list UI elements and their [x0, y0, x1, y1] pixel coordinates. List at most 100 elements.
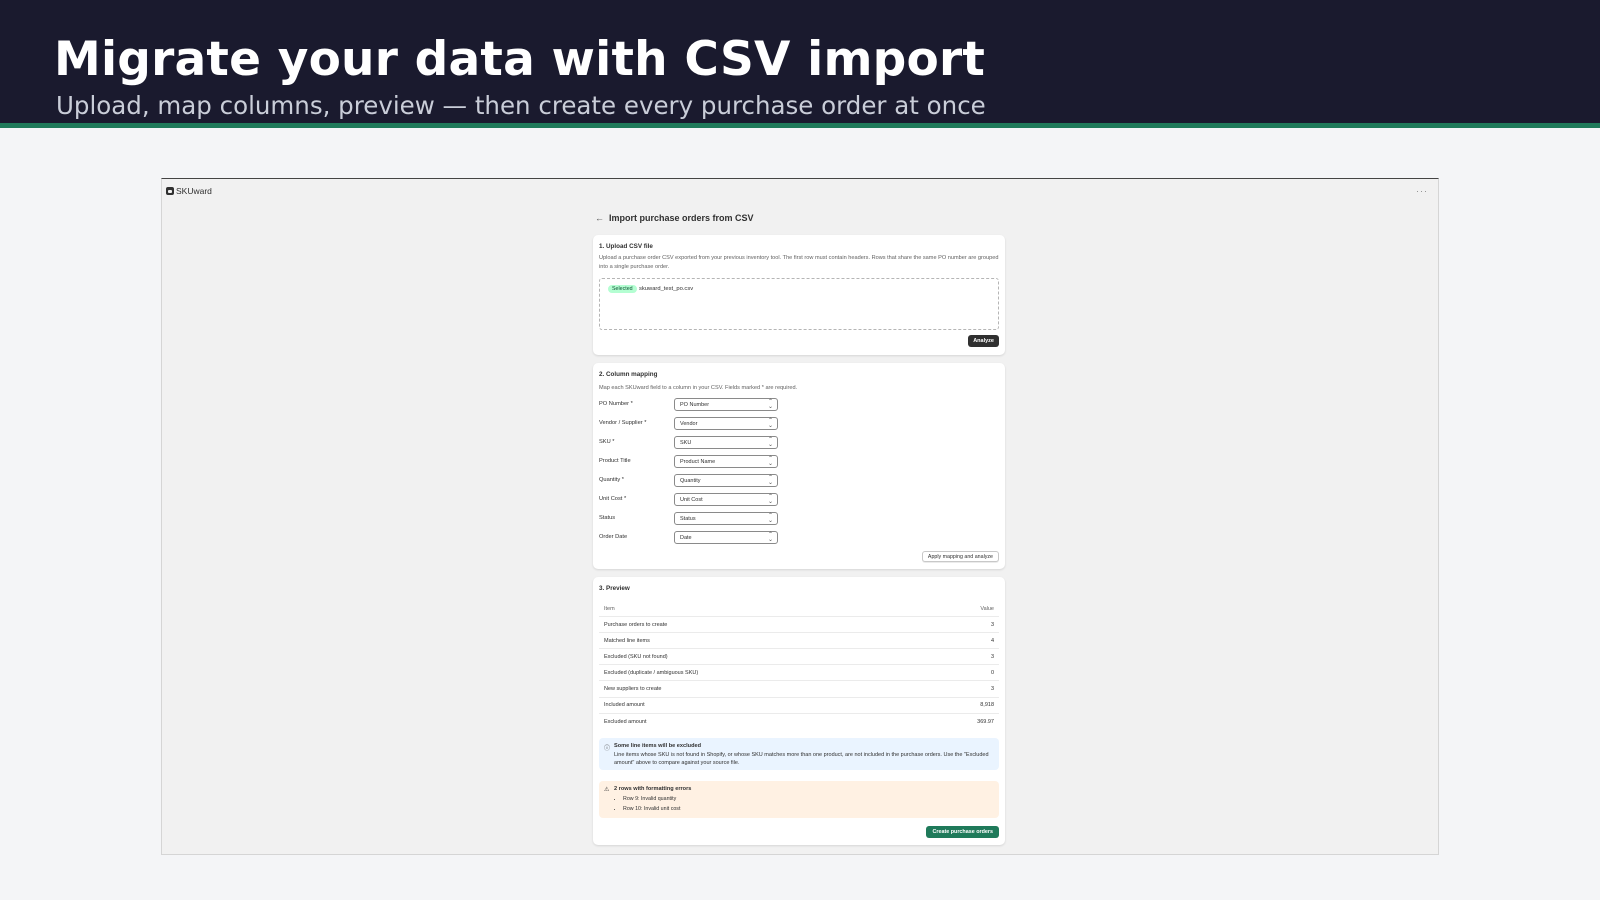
mapping-label: PO Number * — [599, 401, 633, 407]
slide-header: Migrate your data with CSV import Upload… — [0, 0, 1600, 128]
row-value: 369.97 — [977, 718, 994, 725]
row-item: Purchase orders to create — [604, 621, 668, 628]
row-value: 0 — [990, 669, 994, 676]
table-row: Included amount 8,918 — [599, 698, 999, 714]
mapping-card-title: 2. Column mapping — [599, 371, 658, 378]
info-banner-text: Line items whose SKU is not found in Sho… — [614, 752, 989, 766]
select-chevron-icon: ⌃ ⌄ — [767, 437, 773, 448]
select-value: PO Number — [680, 402, 710, 408]
select-chevron-icon: ⌃ ⌄ — [767, 475, 773, 486]
select-value: Unit Cost — [680, 497, 703, 503]
upload-card-title: 1. Upload CSV file — [599, 243, 653, 250]
po-number-select[interactable]: PO Number ⌃ ⌄ — [674, 398, 778, 411]
table-header-row: Item Value — [599, 601, 999, 618]
table-row: New suppliers to create 3 — [599, 681, 999, 698]
info-icon: ⓘ — [604, 746, 611, 752]
row-value: 8,918 — [980, 702, 994, 709]
mapping-label: Unit Cost * — [599, 496, 627, 502]
row-item: Excluded amount — [604, 718, 647, 725]
row-item: Matched line items — [604, 637, 650, 644]
list-item: Row 10: Invalid unit cost — [623, 804, 680, 814]
table-row: Excluded (SKU not found) 3 — [599, 649, 999, 666]
warning-icon: ⚠ — [604, 787, 610, 793]
select-value: Status — [680, 516, 696, 522]
mapping-label: Vendor / Supplier * — [599, 420, 647, 426]
select-value: Vendor — [680, 421, 698, 427]
column-header-item: Item — [604, 605, 615, 612]
mapping-row-product-title: Product Title Product Name ⌃ ⌄ — [599, 455, 789, 468]
preview-card-title: 3. Preview — [599, 585, 630, 592]
info-banner-title: Some line items will be excluded — [614, 743, 702, 749]
upload-description: Upload a purchase order CSV exported fro… — [599, 255, 999, 270]
list-item: Row 9: Invalid quantity — [623, 794, 680, 804]
select-value: Quantity — [680, 478, 701, 484]
select-value: SKU — [680, 440, 692, 446]
create-purchase-orders-button[interactable]: Create purchase orders — [926, 826, 999, 838]
mapping-row-vendor: Vendor / Supplier * Vendor ⌃ ⌄ — [599, 417, 789, 430]
select-chevron-icon: ⌃ ⌄ — [767, 513, 773, 524]
row-value: 3 — [990, 686, 994, 693]
table-row: Purchase orders to create 3 — [599, 617, 999, 634]
table-row: Excluded amount 369.97 — [599, 714, 999, 730]
import-page: ← Import purchase orders from CSV 1. Upl… — [593, 211, 1005, 845]
row-value: 4 — [990, 637, 994, 644]
page-header: ← Import purchase orders from CSV — [595, 211, 1005, 225]
info-banner: ⓘ Some line items will be excluded Line … — [599, 738, 999, 770]
select-chevron-icon: ⌃ ⌄ — [767, 399, 773, 410]
preview-card: 3. Preview Item Value Purchase orders to… — [593, 577, 1005, 845]
column-header-value: Value — [980, 605, 994, 612]
more-dots-icon[interactable]: ··· — [1416, 187, 1428, 196]
apply-mapping-button[interactable]: Apply mapping and analyze — [921, 551, 999, 562]
error-list: Row 9: Invalid quantity Row 10: Invalid … — [623, 794, 680, 814]
vendor-select[interactable]: Vendor ⌃ ⌄ — [674, 417, 778, 430]
select-value: Date — [680, 535, 692, 541]
mapping-row-order-date: Order Date Date ⌃ ⌄ — [599, 531, 789, 544]
order-date-select[interactable]: Date ⌃ ⌄ — [674, 531, 778, 544]
selected-file-name: skuward_test_po.csv — [639, 286, 694, 292]
mapping-row-status: Status Status ⌃ ⌄ — [599, 512, 789, 525]
app-window: SKUward ··· ← Import purchase orders fro… — [161, 178, 1439, 855]
select-chevron-icon: ⌃ ⌄ — [767, 494, 773, 505]
row-item: Included amount — [604, 702, 645, 709]
row-item: New suppliers to create — [604, 686, 662, 693]
mapping-label: Status — [599, 515, 616, 521]
selected-badge: Selected — [608, 285, 637, 293]
analyze-button[interactable]: Analyze — [968, 335, 999, 347]
page-title: Import purchase orders from CSV — [609, 213, 754, 223]
mapping-label: Order Date — [599, 534, 628, 540]
quantity-select[interactable]: Quantity ⌃ ⌄ — [674, 474, 778, 487]
row-value: 3 — [990, 653, 994, 660]
select-chevron-icon: ⌃ ⌄ — [767, 532, 773, 543]
sku-select[interactable]: SKU ⌃ ⌄ — [674, 436, 778, 449]
warning-banner: ⚠ 2 rows with formatting errors Row 9: I… — [599, 781, 999, 818]
select-chevron-icon: ⌃ ⌄ — [767, 418, 773, 429]
back-arrow-icon[interactable]: ← — [595, 213, 604, 223]
select-value: Product Name — [680, 459, 716, 465]
preview-table: Item Value Purchase orders to create 3 Ma… — [599, 601, 999, 730]
status-select[interactable]: Status ⌃ ⌄ — [674, 512, 778, 525]
app-name: SKUward — [176, 186, 212, 196]
mapping-row-quantity: Quantity * Quantity ⌃ ⌄ — [599, 474, 789, 487]
row-item: Excluded (SKU not found) — [604, 653, 668, 660]
mapping-row-unit-cost: Unit Cost * Unit Cost ⌃ ⌄ — [599, 493, 789, 506]
file-dropzone[interactable]: Selected skuward_test_po.csv — [599, 278, 999, 330]
app-topbar: SKUward ··· — [162, 179, 1438, 203]
mapping-row-sku: SKU * SKU ⌃ ⌄ — [599, 436, 789, 449]
unit-cost-select[interactable]: Unit Cost ⌃ ⌄ — [674, 493, 778, 506]
select-chevron-icon: ⌃ ⌄ — [767, 456, 773, 467]
table-row: Excluded (duplicate / ambiguous SKU) 0 — [599, 665, 999, 682]
warning-banner-title: 2 rows with formatting errors — [614, 786, 692, 792]
upload-card: 1. Upload CSV file Upload a purchase ord… — [593, 235, 1005, 355]
mapping-label: Quantity * — [599, 477, 624, 483]
mapping-label: SKU * — [599, 439, 615, 445]
product-title-select[interactable]: Product Name ⌃ ⌄ — [674, 455, 778, 468]
row-item: Excluded (duplicate / ambiguous SKU) — [604, 669, 699, 676]
mapping-description: Map each SKUward field to a column in yo… — [599, 385, 798, 391]
table-row: Matched line items 4 — [599, 633, 999, 650]
slide-title: Migrate your data with CSV import — [54, 32, 985, 87]
mapping-row-po-number: PO Number * PO Number ⌃ ⌄ — [599, 398, 789, 411]
app-logo-icon — [166, 187, 174, 195]
mapping-label: Product Title — [599, 458, 631, 464]
row-value: 3 — [990, 621, 994, 628]
slide-subtitle: Upload, map columns, preview — then crea… — [56, 91, 986, 120]
